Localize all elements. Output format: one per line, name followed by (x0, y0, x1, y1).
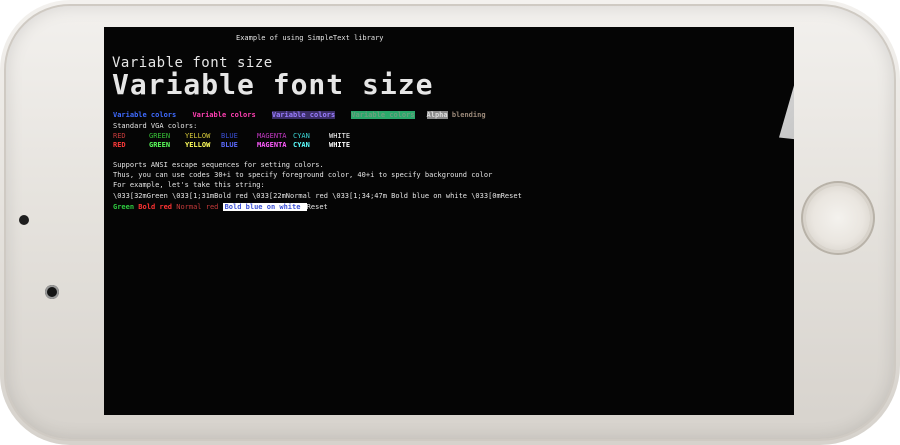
vga-bright-red: RED (113, 141, 126, 149)
vga-blue: BLUE (221, 132, 238, 140)
phone-screen: Example of using SimpleText library Vari… (104, 27, 794, 415)
vga-bright-yellow: YELLOW (185, 141, 211, 149)
screen-glare (779, 44, 794, 154)
earpiece-speaker (19, 215, 29, 225)
ansi-demo-output: Green Bold red Normal red Bold blue on w… (113, 203, 328, 212)
demo-bold-blue-on-white: Bold blue on white (222, 203, 307, 211)
color-demo-magenta: Variable colors (192, 111, 256, 119)
vga-white: WHITE (329, 132, 351, 140)
demo-green: Green (113, 203, 139, 211)
vga-bright-magenta: MAGENTA (257, 141, 287, 149)
phone-body: Example of using SimpleText library Vari… (0, 0, 900, 445)
color-demo-blue: Variable colors (113, 111, 177, 119)
vga-bright-blue: BLUE (221, 141, 238, 149)
vga-colors-bright: RED GREEN YELLOW BLUE MAGENTA CYAN WHITE (113, 141, 365, 150)
vga-bright-green: GREEN (149, 141, 171, 149)
demo-normal-red: Normal red (176, 203, 223, 211)
alpha-rest: blending (447, 111, 486, 119)
ansi-escape-string: \033[32mGreen \033[1;31mBold red \033[22… (113, 192, 522, 200)
vga-colors-normal: RED GREEN YELLOW BLUE MAGENTA CYAN WHITE (113, 132, 365, 141)
ansi-line-1: Supports ANSI escape sequences for setti… (113, 161, 324, 169)
ansi-line-3: For example, let's take this string: (113, 181, 265, 189)
color-demo-violet: Variable colors (271, 111, 336, 119)
screen-title: Example of using SimpleText library (236, 34, 384, 42)
vga-cyan: CYAN (293, 132, 310, 140)
vga-bright-cyan: CYAN (293, 141, 310, 149)
home-button[interactable] (806, 186, 870, 250)
vga-yellow: YELLOW (185, 132, 211, 140)
vga-heading: Standard VGA colors: (113, 122, 198, 130)
alpha-blending-demo: Alpha blending (426, 111, 498, 119)
demo-reset: Reset (306, 203, 328, 211)
front-camera (45, 285, 59, 299)
color-demo-row: Variable colors Variable colors Variable… (113, 111, 510, 120)
variable-font-large: Variable font size (112, 68, 434, 101)
color-demo-green: Variable colors (351, 111, 415, 119)
vga-bright-white: WHITE (329, 141, 351, 149)
demo-bold-red: Bold red (138, 203, 177, 211)
alpha-word: Alpha (426, 111, 448, 119)
vga-green: GREEN (149, 132, 171, 140)
vga-red: RED (113, 132, 126, 140)
ansi-line-2: Thus, you can use codes 30+i to specify … (113, 171, 493, 179)
vga-magenta: MAGENTA (257, 132, 287, 140)
